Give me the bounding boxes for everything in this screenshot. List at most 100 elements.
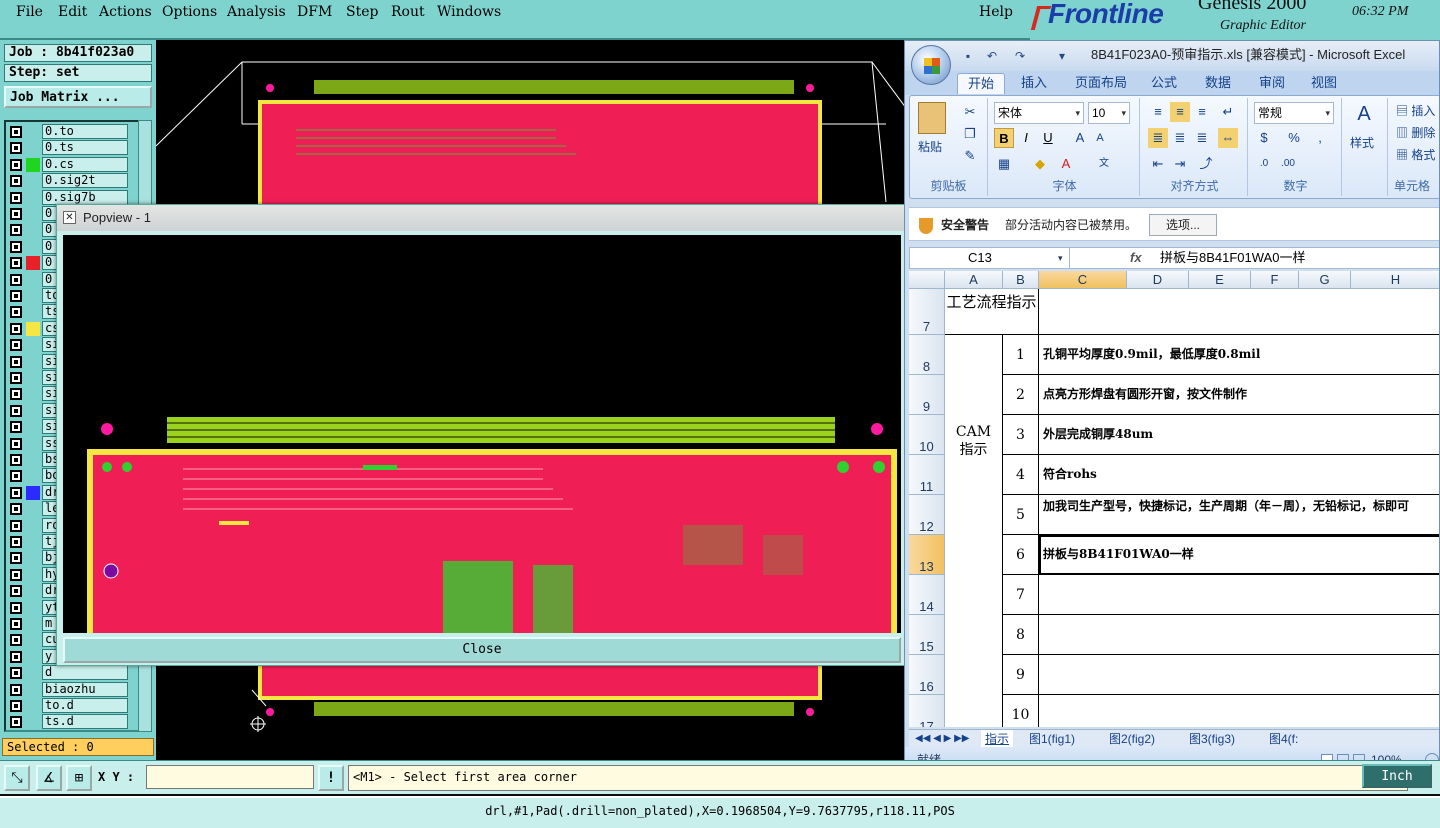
layer-checkbox[interactable] [10, 404, 22, 417]
decrease-indent-icon[interactable]: ⇤ [1148, 154, 1168, 174]
row-header-selected[interactable]: 13 [909, 535, 945, 575]
layer-checkbox[interactable] [10, 191, 22, 204]
format-painter-icon[interactable]: ✎ [960, 146, 980, 166]
layer-checkbox[interactable] [10, 503, 22, 516]
row-header[interactable]: 11 [909, 455, 945, 495]
layer-checkbox[interactable] [10, 273, 22, 286]
layer-color-swatch[interactable] [26, 321, 40, 336]
layer-checkbox[interactable] [10, 240, 22, 253]
layer-color-swatch[interactable] [26, 568, 40, 582]
layer-name[interactable]: to.d [42, 698, 128, 713]
format-cells-button[interactable]: ▦ 格式 [1396, 146, 1435, 163]
font-name-select[interactable]: 宋体 ▾ [994, 102, 1084, 124]
delete-cells-button[interactable]: ▥ 删除 [1396, 124, 1435, 141]
layer-color-swatch[interactable] [26, 683, 40, 697]
layer-name[interactable]: ts.d [42, 714, 128, 730]
layer-color-swatch[interactable] [26, 453, 40, 467]
wrap-text-icon[interactable]: ↵ [1218, 102, 1238, 122]
comma-icon[interactable]: , [1310, 128, 1330, 148]
tab-insert[interactable]: 插入 [1011, 73, 1057, 93]
fill-color-icon[interactable]: ◆ [1030, 154, 1050, 174]
col-header-g[interactable]: G [1299, 271, 1351, 289]
spreadsheet-grid[interactable]: A B C D E F G H 7 8 9 10 11 12 13 14 15 … [909, 271, 1439, 727]
layer-color-swatch[interactable] [26, 502, 40, 516]
orientation-icon[interactable]: ⤴ [1196, 154, 1216, 174]
cell-instruction[interactable] [1039, 695, 1439, 727]
tab-home[interactable]: 开始 [957, 73, 1006, 94]
units-button[interactable]: Inch [1362, 764, 1432, 788]
layer-color-swatch[interactable] [26, 469, 40, 483]
cell-item-number[interactable]: 4 [1003, 455, 1039, 495]
layer-row[interactable]: d [6, 665, 138, 681]
layer-row[interactable]: 0.to [6, 124, 138, 140]
layer-checkbox[interactable] [10, 634, 22, 647]
underline-button[interactable]: U [1038, 128, 1058, 148]
phonetic-icon[interactable]: 文 [1094, 154, 1114, 174]
bold-button[interactable]: B [994, 128, 1014, 148]
namebox-dropdown-icon[interactable]: ▾ [1058, 248, 1063, 268]
paste-icon[interactable] [918, 102, 946, 134]
tab-data[interactable]: 数据 [1195, 73, 1241, 93]
cell-c13-active[interactable]: 拼板与8B41F01WA0一样 [1039, 535, 1439, 575]
layer-checkbox[interactable] [10, 437, 22, 450]
increase-indent-icon[interactable]: ⇥ [1170, 154, 1190, 174]
cell-item-number[interactable]: 10 [1003, 695, 1039, 727]
cell-item-number[interactable]: 7 [1003, 575, 1039, 615]
layer-color-swatch[interactable] [26, 157, 40, 172]
styles-button[interactable]: 样式 [1350, 134, 1374, 151]
layer-checkbox[interactable] [10, 388, 22, 401]
layer-color-swatch[interactable] [26, 699, 40, 713]
layer-row[interactable]: 0.ts [6, 140, 138, 156]
excel-titlebar[interactable]: ▪ ↶ ↷ ▾ 8B41F023A0-预审指示.xls [兼容模式] - Mic… [905, 41, 1439, 71]
layer-color-swatch[interactable] [26, 715, 40, 729]
align-bottom-icon[interactable]: ≡ [1192, 102, 1212, 122]
cell-instruction[interactable] [1039, 615, 1439, 655]
col-header-f[interactable]: F [1251, 271, 1299, 289]
layer-checkbox[interactable] [10, 322, 22, 335]
align-center-icon[interactable]: ≣ [1170, 128, 1190, 148]
alert-icon[interactable]: ! [318, 765, 344, 791]
security-options-button[interactable]: 选项... [1149, 214, 1217, 236]
layer-checkbox[interactable] [10, 257, 22, 270]
copy-icon[interactable]: ❐ [960, 124, 980, 144]
layer-checkbox[interactable] [10, 486, 22, 499]
layer-name[interactable]: 0.sig7b [42, 189, 128, 205]
layer-checkbox[interactable] [10, 208, 22, 220]
cell-item-number[interactable]: 2 [1003, 375, 1039, 415]
sheet-tab-active[interactable]: 指示 [981, 730, 1014, 748]
measure-icon[interactable]: ∡ [36, 765, 62, 791]
insert-cells-button[interactable]: ▤ 插入 [1396, 102, 1435, 119]
popview-close-button[interactable]: Close [63, 637, 901, 663]
currency-icon[interactable]: $ [1254, 128, 1274, 148]
increase-decimal-icon[interactable]: .0 [1254, 154, 1274, 174]
cell-c7[interactable] [1039, 289, 1439, 335]
popview-titlebar[interactable]: ✕ Popview - 1 [57, 205, 905, 231]
row-header[interactable]: 8 [909, 335, 945, 375]
layer-checkbox[interactable] [10, 536, 22, 548]
quick-access-dropdown-icon[interactable]: ▾ [1055, 49, 1069, 63]
cell-item-number[interactable]: 1 [1003, 335, 1039, 375]
layer-checkbox[interactable] [10, 339, 22, 352]
layer-color-swatch[interactable] [26, 601, 40, 615]
italic-button[interactable]: I [1016, 128, 1036, 148]
layer-checkbox[interactable] [10, 421, 22, 434]
layer-checkbox[interactable] [10, 585, 22, 598]
col-header-b[interactable]: B [1003, 271, 1039, 289]
layer-checkbox[interactable] [10, 454, 22, 466]
layer-checkbox[interactable] [10, 618, 22, 630]
align-left-icon[interactable]: ≣ [1148, 128, 1168, 148]
layer-checkbox[interactable] [10, 142, 22, 155]
sheet-tab[interactable]: 图2(fig2) [1109, 730, 1155, 748]
layer-color-swatch[interactable] [26, 437, 40, 451]
menu-help[interactable]: Help [979, 4, 1013, 20]
row-header[interactable]: 14 [909, 575, 945, 615]
font-size-select[interactable]: 10 ▾ [1088, 102, 1130, 124]
row-header[interactable]: 12 [909, 495, 945, 535]
layer-color-swatch[interactable] [26, 141, 40, 155]
layer-name[interactable]: d [42, 665, 128, 681]
formula-input[interactable]: 拼板与8B41F01WA0一样 [1160, 248, 1305, 268]
cell-item-number[interactable]: 5 [1003, 495, 1039, 535]
layer-checkbox[interactable] [10, 667, 22, 680]
undo-icon[interactable]: ↶ [985, 49, 999, 63]
fx-icon[interactable]: fx [1130, 248, 1142, 268]
